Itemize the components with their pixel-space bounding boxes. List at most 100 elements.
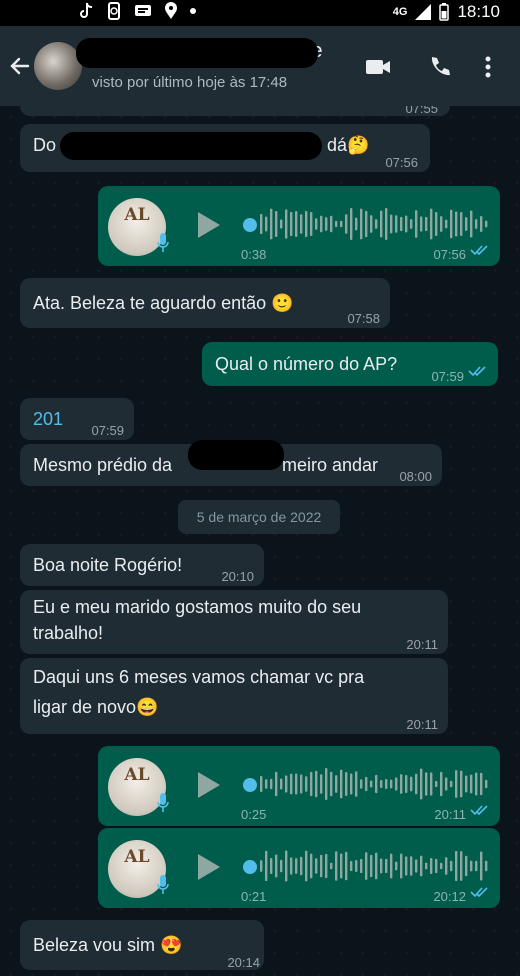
waveform-bar [325, 768, 328, 800]
waveform-bar [395, 215, 398, 233]
video-call-icon[interactable] [364, 54, 392, 80]
network-type: 4G [392, 6, 408, 18]
waveform-bar [425, 862, 428, 870]
message-time: 20:11 [434, 807, 466, 822]
waveform-bar [295, 210, 298, 238]
play-icon[interactable] [196, 770, 222, 800]
mic-icon [157, 875, 169, 894]
message-bubble-incoming[interactable]: 201 07:59 [20, 398, 134, 440]
waveform-bar [395, 861, 398, 871]
message-bubble-incoming[interactable]: Beleza vou sim 😍 20:14 [20, 920, 264, 970]
message-text: Boa noite Rogério! [33, 555, 183, 575]
message-text-line1: Daqui uns 6 meses vamos chamar vc pra [33, 667, 365, 687]
play-icon[interactable] [196, 852, 222, 882]
waveform-bar [310, 853, 313, 879]
waveform-bar [275, 211, 278, 237]
message-time: 07:59 [91, 423, 124, 438]
voice-message-outgoing[interactable]: AL 0:25 20:11 [98, 746, 500, 826]
waveform-bar [265, 779, 268, 789]
message-bubble-partial[interactable]: 07:55 [20, 106, 450, 116]
waveform-bar [310, 212, 313, 236]
waveform [260, 850, 488, 882]
message-icon [135, 5, 151, 16]
message-bubble-incoming[interactable]: Do não dá🤔 07:56 [20, 124, 430, 172]
message-text: Qual o número do AP? [215, 354, 398, 374]
waveform-bar [485, 779, 488, 789]
waveform-bar [290, 211, 293, 237]
message-time: 20:11 [406, 637, 438, 652]
dot-icon [190, 8, 196, 14]
waveform-bar [385, 858, 388, 874]
message-link[interactable]: 201 [33, 406, 63, 432]
waveform-bar [375, 219, 378, 229]
waveform-bar [320, 854, 323, 878]
waveform-bar [265, 216, 268, 232]
read-ticks-icon [470, 805, 488, 816]
playback-slider[interactable] [243, 860, 257, 874]
message-text-line1: Eu e meu marido gostamos muito do seu [33, 597, 362, 617]
waveform-bar [365, 210, 368, 238]
read-ticks-icon [468, 366, 486, 377]
message-bubble-incoming[interactable]: Eu e meu marido gostamos muito do seu tr… [20, 590, 448, 654]
back-arrow-icon[interactable] [8, 54, 32, 78]
waveform-bar [445, 777, 448, 791]
play-icon[interactable] [196, 210, 222, 240]
read-ticks-icon [470, 245, 488, 256]
waveform-bar [350, 773, 353, 795]
waveform-bar [280, 219, 283, 229]
waveform-bar [370, 854, 373, 878]
waveform-bar [270, 858, 273, 874]
voice-call-icon[interactable] [426, 54, 454, 80]
waveform-bar [450, 860, 453, 872]
waveform-bar [370, 780, 373, 788]
waveform-bar [430, 858, 433, 874]
message-text-tail: meiro andar [282, 455, 379, 475]
waveform-bar [455, 211, 458, 237]
playback-slider[interactable] [243, 778, 257, 792]
waveform-bar [430, 208, 433, 240]
waveform-bar [415, 859, 418, 873]
waveform-bar [390, 779, 393, 789]
waveform-bar [345, 772, 348, 796]
waveform-bar [400, 216, 403, 232]
message-bubble-incoming[interactable]: Mesmo prédio da meiro andar 08:00 [20, 440, 442, 486]
waveform-bar [485, 860, 488, 872]
message-bubble-outgoing[interactable]: Qual o número do AP? 07:59 [202, 342, 498, 386]
waveform-bar [460, 770, 463, 798]
message-bubble-incoming[interactable]: Boa noite Rogério! 20:10 [20, 544, 264, 586]
waveform-bar [360, 779, 363, 789]
waveform-bar [380, 210, 383, 238]
waveform-bar [370, 215, 373, 233]
voice-message-outgoing[interactable]: AL 0:38 07:56 [98, 186, 500, 266]
signal-icon [415, 4, 432, 20]
waveform-bar [445, 219, 448, 229]
waveform-bar [410, 219, 413, 229]
waveform-bar [285, 775, 288, 793]
voice-message-outgoing[interactable]: AL 0:21 20:12 [98, 828, 500, 908]
waveform-bar [295, 858, 298, 874]
waveform-bar [425, 216, 428, 232]
waveform-bar [405, 215, 408, 233]
waveform-bar [435, 211, 438, 237]
waveform-bar [435, 858, 438, 874]
message-time: 20:10 [221, 569, 254, 584]
more-options-icon[interactable] [478, 54, 498, 80]
location-icon [165, 2, 177, 19]
waveform-bar [285, 209, 288, 239]
waveform-bar [290, 857, 293, 875]
notification-icons [78, 2, 196, 20]
contact-avatar[interactable] [34, 42, 82, 90]
message-time: 20:12 [433, 889, 466, 904]
waveform-bar [355, 217, 358, 231]
waveform-bar [380, 858, 383, 874]
message-bubble-incoming[interactable]: Ata. Beleza te aguardo então 🙂 07:58 [20, 278, 390, 328]
message-bubble-incoming[interactable]: Daqui uns 6 meses vamos chamar vc pra li… [20, 658, 448, 734]
waveform-bar [405, 774, 408, 794]
playback-slider[interactable] [243, 218, 257, 232]
message-list[interactable]: 07:55 Do não dá🤔 07:56 AL 0:38 07:56 Ata… [0, 106, 520, 976]
message-time: 07:56 [385, 155, 418, 170]
waveform-bar [340, 853, 343, 879]
waveform-bar [380, 780, 383, 788]
message-time: 20:14 [227, 955, 260, 970]
waveform-bar [270, 778, 273, 790]
